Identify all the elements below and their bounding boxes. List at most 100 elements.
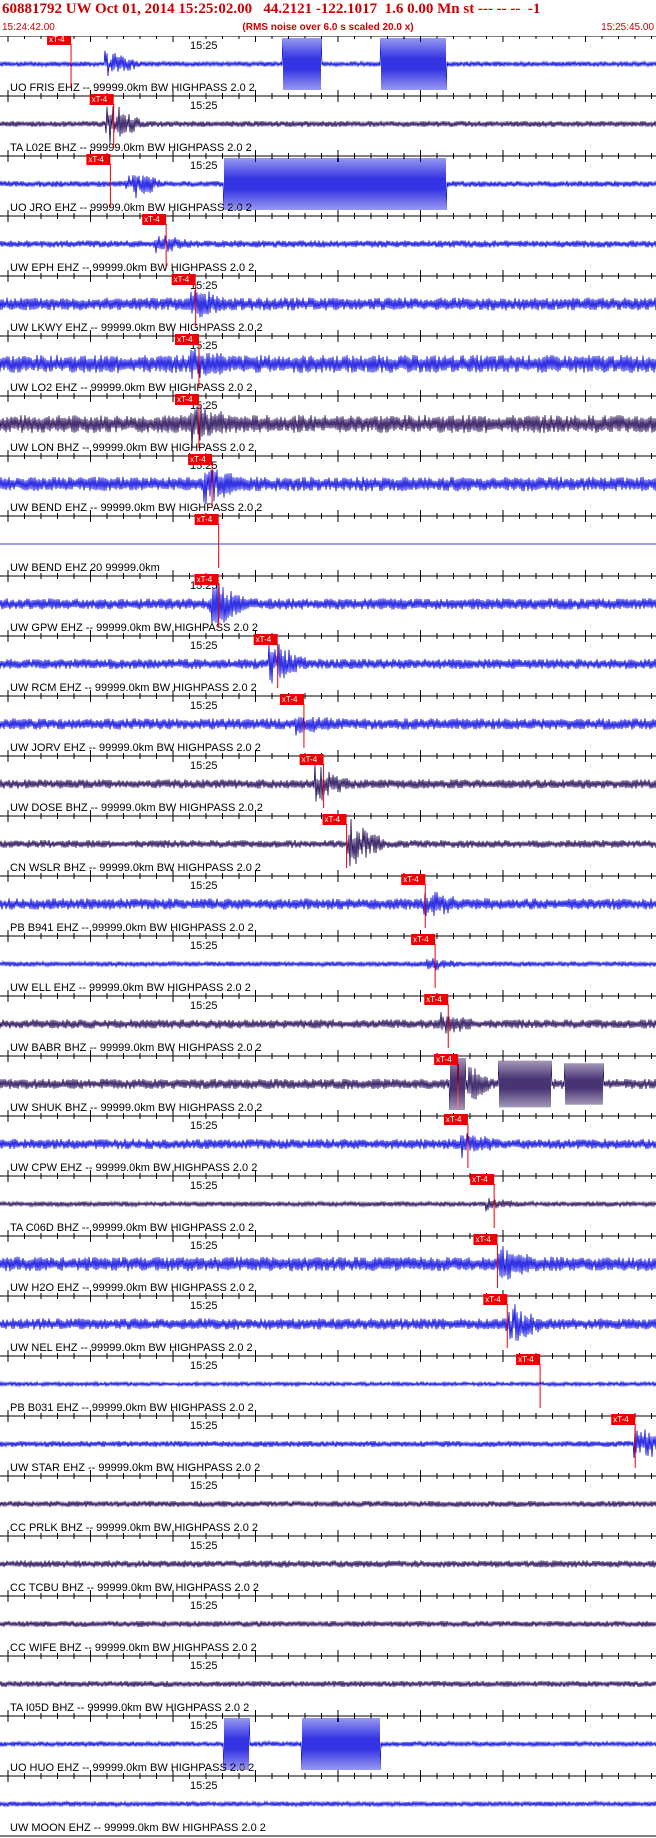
- station-label: UW EPH EHZ -- 99999.0km BW HIGHPASS 2.0 …: [10, 262, 254, 274]
- trace-row: 15:25 UW MOON EHZ -- 99999.0km BW HIGHPAS…: [0, 1770, 656, 1834]
- trace-row: 15:25UW LO2 EHZ -- 99999.0km BW HIGHPASS…: [0, 330, 656, 394]
- time-label: 15:25: [190, 160, 218, 172]
- time-label: 15:25: [190, 1540, 218, 1552]
- station-label: UW MOON EHZ -- 99999.0km BW HIGHPASS 2.0…: [10, 1822, 266, 1834]
- pick-label: xT-4: [325, 815, 341, 824]
- pick-label: xT-4: [190, 455, 206, 464]
- waveform: [0, 235, 656, 254]
- pick-label: xT-4: [88, 155, 104, 164]
- time-label: 15:25: [190, 1240, 218, 1252]
- trace-row: 15:25 UW DOSE BHZ -- 99999.0km BW HIGHPAS…: [0, 750, 656, 814]
- waveform: [0, 1380, 656, 1388]
- station-label: PB B941 EHZ -- 99999.0km BW HIGHPASS 2.0…: [10, 922, 254, 934]
- trace-row: 15:25 PB B031 EHZ -- 99999.0km BW HIGHPAS…: [0, 1350, 656, 1414]
- waveform: [0, 582, 656, 625]
- pick-label: xT-4: [92, 95, 108, 104]
- station-label: UW CPW EHZ -- 99999.0km BW HIGHPASS 2.0 …: [10, 1162, 257, 1174]
- pick-label: xT-4: [475, 1235, 491, 1244]
- pick-label: xT-4: [413, 935, 429, 944]
- time-label: 15:25: [190, 40, 218, 52]
- time-label: 15:25: [190, 1720, 218, 1732]
- trace-row: 15:25 UW RCM EHZ -- 99999.0km BW HIGHPASS…: [0, 630, 656, 694]
- waveform: [0, 818, 656, 867]
- trace-row: UW EPH EHZ -- 99999.0km BW HIGHPASS 2.0 …: [0, 210, 656, 274]
- event-title: 60881792 UW Oct 01, 2014 15:25:02.00 44.…: [2, 1, 541, 17]
- pick-label: xT-4: [302, 755, 318, 764]
- trace-row: 15:25 TA L02E BHZ -- 99999.0km BW HIGHPAS…: [0, 90, 656, 154]
- trace-row: 15:25 UW NEL EHZ -- 99999.0km BW HIGHPASS…: [0, 1290, 656, 1354]
- pick-label: xT-4: [518, 1355, 534, 1364]
- station-label: UW GPW EHZ -- 99999.0km BW HIGHPASS 2.0 …: [10, 622, 258, 634]
- pick-label: xT-4: [144, 215, 160, 224]
- pick-label: xT-4: [197, 575, 213, 584]
- station-label: UW JORV EHZ -- 99999.0km BW HIGHPASS 2.0…: [10, 742, 261, 754]
- pick-label: xT-4: [177, 335, 193, 344]
- trace-row: 15:25 UO FRIS EHZ -- 99999.0km BW HIGHPAS…: [0, 36, 656, 94]
- waveform: [0, 1680, 656, 1688]
- station-label: UW BEND EHZ 20 99999.0km: [10, 562, 160, 574]
- time-label: 15:25: [190, 700, 218, 712]
- pick-label: xT-4: [403, 875, 419, 884]
- station-label: UW ELL EHZ -- 99999.0km BW HIGHPASS 2.0 …: [10, 982, 251, 994]
- waveform: [0, 348, 656, 380]
- waveform: [0, 1560, 656, 1568]
- trace-row: 15:25 CC WIFE BHZ -- 99999.0km BW HIGHPAS…: [0, 1590, 656, 1654]
- time-label: 15:25: [190, 1360, 218, 1372]
- station-label: UW BEND EHZ -- 99999.0km BW HIGHPASS 2.0…: [10, 502, 262, 514]
- waveform: [0, 1799, 656, 1809]
- waveform: [0, 1500, 656, 1509]
- trace-row: UW BEND EHZ 20 99999.0km xT-4: [0, 510, 656, 574]
- time-label: 15:25: [190, 640, 218, 652]
- waveform: [0, 1304, 656, 1341]
- end-time: 15:25:45.00: [601, 22, 654, 33]
- trace-row: 15:25 UO JRO EHZ -- 99999.0km BW HIGHPASS…: [0, 150, 656, 214]
- time-label: 15:25: [190, 1300, 218, 1312]
- waveform: [0, 643, 656, 684]
- trace-row: UW SHUK BHZ -- 99999.0km BW HIGHPASS 2.0…: [0, 1050, 656, 1114]
- time-label: 15:25: [190, 1480, 218, 1492]
- waveform: [0, 1198, 656, 1212]
- waveform: [0, 1012, 656, 1034]
- pick-label: xT-4: [472, 1175, 488, 1184]
- station-label: CC TCBU BHZ -- 99999.0km BW HIGHPASS 2.0…: [10, 1582, 259, 1594]
- trace-row: 15:25 UW STAR EHZ -- 99999.0km BW HIGHPAS…: [0, 1410, 656, 1474]
- station-label: UW STAR EHZ -- 99999.0km BW HIGHPASS 2.0…: [10, 1462, 260, 1474]
- pick-label: xT-4: [436, 1055, 452, 1064]
- trace-row: 15:25 UW CPW EHZ -- 99999.0km BW HIGHPASS…: [0, 1110, 656, 1174]
- station-label: UW LO2 EHZ -- 99999.0km BW HIGHPASS 2.0 …: [10, 382, 252, 394]
- pick-label: xT-4: [49, 36, 65, 44]
- station-label: UW SHUK BHZ -- 99999.0km BW HIGHPASS 2.0…: [10, 1102, 262, 1114]
- waveform: [0, 106, 656, 145]
- time-label: 15:25: [190, 1120, 218, 1132]
- time-label: 15:25: [190, 760, 218, 772]
- trace-row: 15:25 PB B941 EHZ -- 99999.0km BW HIGHPAS…: [0, 870, 656, 934]
- rms-note: (RMS noise over 6.0 s scaled 20.0 x): [242, 22, 414, 33]
- station-label: TA L02E BHZ -- 99999.0km BW HIGHPASS 2.0…: [10, 142, 252, 154]
- station-label: CC PRLK BHZ -- 99999.0km BW HIGHPASS 2.0…: [10, 1522, 258, 1534]
- pick-label: xT-4: [426, 995, 442, 1004]
- time-label: 15:25: [190, 1780, 218, 1792]
- trace-row: 15:25 CC PRLK BHZ -- 99999.0km BW HIGHPAS…: [0, 1470, 656, 1534]
- station-label: UW H2O EHZ -- 99999.0km BW HIGHPASS 2.0 …: [10, 1282, 254, 1294]
- trace-row: 15:25UW BEND EHZ -- 99999.0km BW HIGHPAS…: [0, 450, 656, 514]
- station-label: CC WIFE BHZ -- 99999.0km BW HIGHPASS 2.0…: [10, 1642, 257, 1654]
- trace-row: 15:25 UO HUO EHZ -- 99999.0km BW HIGHPASS…: [0, 1710, 656, 1774]
- time-label: 15:25: [190, 100, 218, 112]
- trace-row: CN WSLR BHZ -- 99999.0km BW HIGHPASS 2.0…: [0, 810, 656, 874]
- trace-row: 15:25 TA C06D BHZ -- 99999.0km BW HIGHPAS…: [0, 1170, 656, 1234]
- trace-row: 15:25 CC TCBU BHZ -- 99999.0km BW HIGHPAS…: [0, 1530, 656, 1594]
- time-label: 15:25: [190, 1420, 218, 1432]
- trace-row: 15:25 UW H2O EHZ -- 99999.0km BW HIGHPASS…: [0, 1230, 656, 1294]
- time-label: 15:25: [190, 1600, 218, 1612]
- time-label: 15:25: [190, 880, 218, 892]
- time-label: 15:25: [190, 1180, 218, 1192]
- pick-label: xT-4: [197, 515, 213, 524]
- pick-label: xT-4: [174, 275, 190, 284]
- station-label: UO HUO EHZ -- 99999.0km BW HIGHPASS 2.0 …: [10, 1762, 254, 1774]
- trace-row: 15:25UW GPW EHZ -- 99999.0km BW HIGHPASS…: [0, 570, 656, 634]
- waveform: [0, 1427, 656, 1459]
- waveform: [0, 290, 656, 318]
- header: 60881792 UW Oct 01, 2014 15:25:02.00 44.…: [0, 0, 656, 36]
- waveform: [0, 1246, 656, 1280]
- trace-row: 15:25UW LON BHZ -- 99999.0km BW HIGHPASS…: [0, 390, 656, 454]
